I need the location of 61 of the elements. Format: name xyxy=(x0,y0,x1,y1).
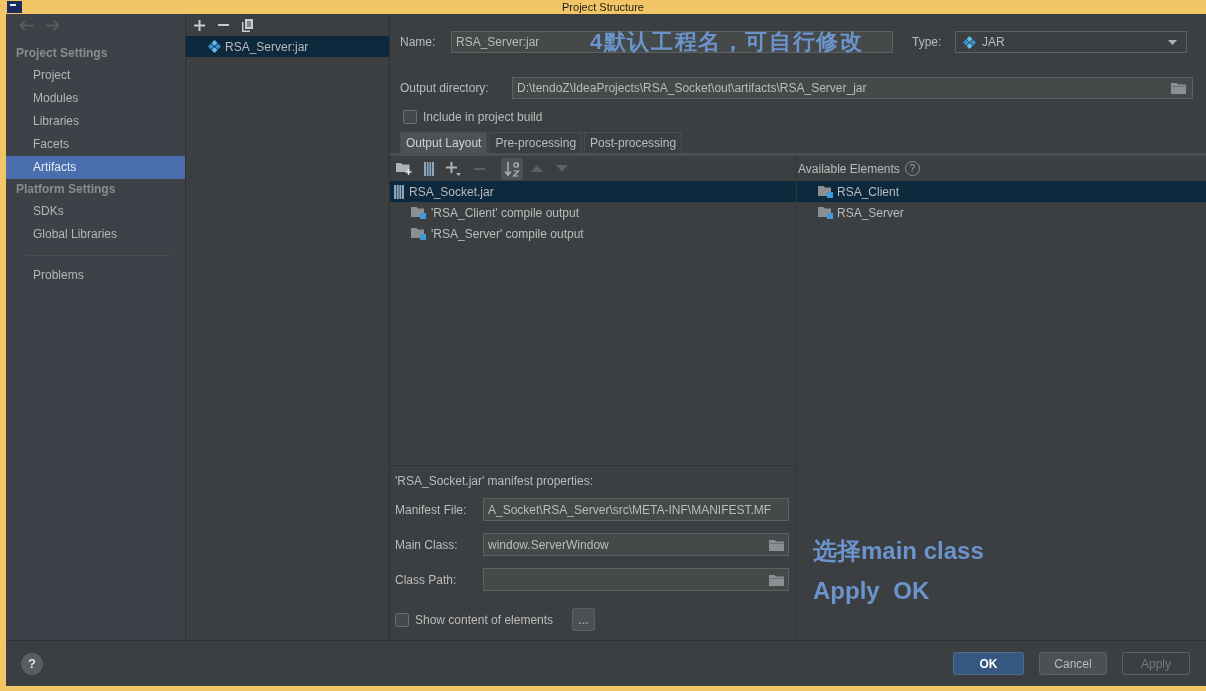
diamonds-icon xyxy=(208,40,221,53)
annotation-text: Apply OK xyxy=(813,576,931,606)
checkbox-label: Show content of elements xyxy=(415,612,554,627)
tree-item[interactable]: RSA_Client xyxy=(797,181,1206,202)
add-icon[interactable] xyxy=(194,19,205,31)
checkbox-label: Include in project build xyxy=(423,110,543,124)
caret-icon xyxy=(1168,39,1177,45)
panel-title: Available Elements xyxy=(798,161,900,176)
more-button[interactable]: ... xyxy=(572,608,596,631)
text-field[interactable] xyxy=(483,568,789,591)
tree-item[interactable]: 'RSA_Server' compile output xyxy=(390,223,796,244)
app-icon xyxy=(7,1,22,13)
window-title: Project Structure xyxy=(562,0,644,14)
help-button[interactable]: ? xyxy=(21,652,43,675)
folder-icon[interactable] xyxy=(769,573,784,586)
tree-item[interactable]: 'RSA_Client' compile output xyxy=(390,202,796,223)
sidebar-item[interactable]: Artifacts xyxy=(6,156,185,179)
sidebar-item[interactable]: Project xyxy=(6,64,185,87)
sort-icon[interactable] xyxy=(501,157,523,180)
section-header: Project Settings xyxy=(15,45,109,62)
text-field[interactable]: window.ServerWindow xyxy=(483,533,789,556)
tab[interactable]: Pre-processing xyxy=(489,132,583,153)
folder-icon[interactable] xyxy=(1171,82,1186,94)
tab[interactable]: Output Layout xyxy=(400,132,488,153)
field-label: Class Path: xyxy=(395,572,458,587)
folder-icon xyxy=(411,227,426,240)
field-label: Output directory: xyxy=(400,81,490,95)
sidebar-item[interactable]: Modules xyxy=(6,87,185,110)
tree-item[interactable]: RSA_Server xyxy=(797,202,1206,223)
field-label: Name: xyxy=(400,35,437,49)
checkbox[interactable] xyxy=(403,110,417,124)
field-label: Manifest File: xyxy=(395,502,468,517)
sidebar-item[interactable]: Libraries xyxy=(6,110,185,133)
secondary-button[interactable]: Cancel xyxy=(1039,652,1107,675)
text-field[interactable]: A_Socket\RSA_Server\src\META-INF\MANIFEST.MF xyxy=(483,498,789,521)
checkbox[interactable] xyxy=(395,612,409,627)
folder-icon[interactable] xyxy=(769,538,784,551)
section-header: Platform Settings xyxy=(15,181,117,198)
sidebar-item[interactable]: Global Libraries xyxy=(6,223,185,246)
field-label: Type: xyxy=(912,35,943,49)
type-dropdown[interactable]: JAR xyxy=(955,31,1187,53)
add-icon[interactable] xyxy=(446,161,462,176)
artifact-item[interactable]: RSA_Server:jar xyxy=(186,36,389,57)
copy-icon[interactable] xyxy=(242,18,253,32)
section-title: 'RSA_Socket.jar' manifest properties: xyxy=(395,473,594,490)
folder-icon xyxy=(818,206,833,219)
tab[interactable]: Post-processing xyxy=(584,132,683,153)
sidebar-item[interactable]: Problems xyxy=(6,264,185,287)
annotation-text: 选择main class xyxy=(813,536,984,566)
sidebar-item[interactable]: Facets xyxy=(6,133,185,156)
folder-icon xyxy=(818,185,833,198)
sidebar-item[interactable]: SDKs xyxy=(6,200,185,223)
folder-icon xyxy=(411,206,426,219)
diamonds-icon xyxy=(963,35,976,49)
field-label: Main Class: xyxy=(395,537,459,552)
archive-icon[interactable] xyxy=(424,161,434,176)
tree-item[interactable]: RSA_Socket.jar xyxy=(390,181,796,202)
folder-add-icon[interactable] xyxy=(396,162,412,175)
output-directory-field[interactable]: D:\tendoZ\IdeaProjects\RSA_Socket\out\artifacts\RSA_Server_jar xyxy=(512,77,1193,99)
primary-button[interactable]: OK xyxy=(953,652,1024,675)
archive-icon xyxy=(394,184,404,199)
